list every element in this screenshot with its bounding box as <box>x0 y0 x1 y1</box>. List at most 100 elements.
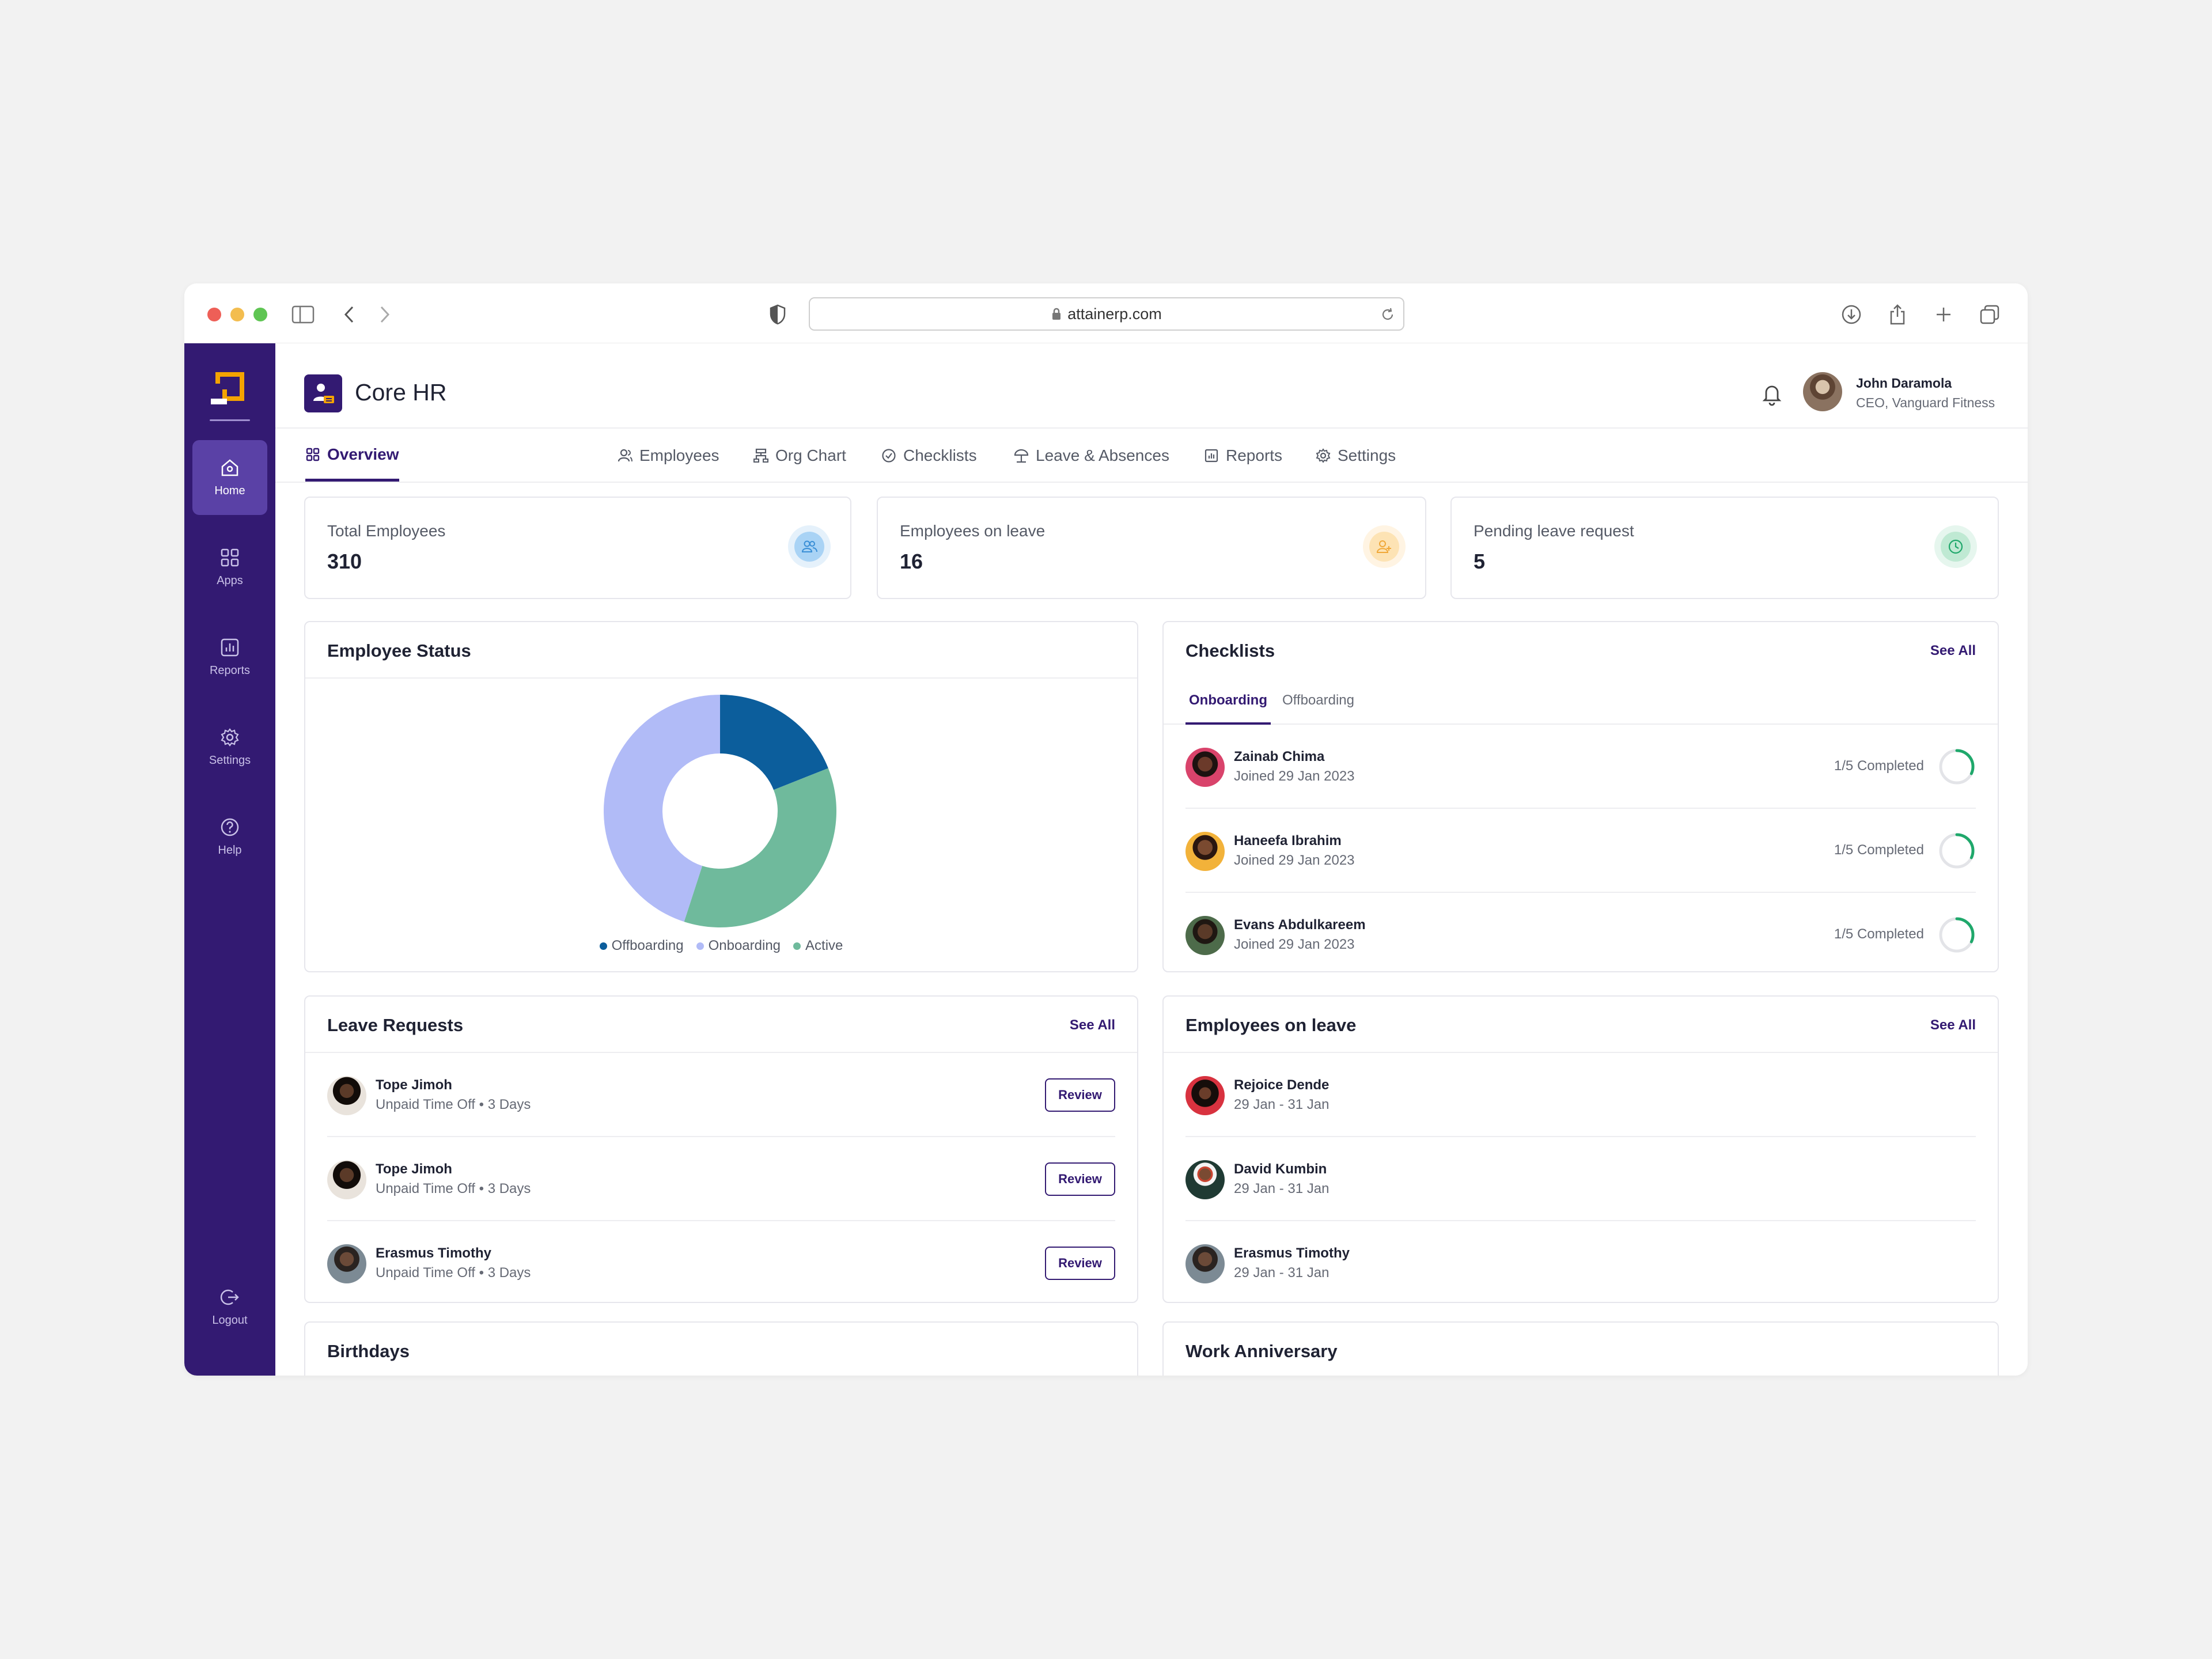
leave-requests-card: Leave Requests See All Tope Jimoh Unpaid… <box>304 995 1138 1303</box>
employee-on-leave-row[interactable]: David Kumbin 29 Jan - 31 Jan <box>1185 1137 1976 1221</box>
stat-value: 5 <box>1474 550 1486 573</box>
checklists-see-all-link[interactable]: See All <box>1930 643 1976 659</box>
new-tab-icon[interactable] <box>1927 298 1960 331</box>
checklist-row[interactable]: Zainab Chima Joined 29 Jan 2023 1/5 Comp… <box>1185 725 1976 809</box>
brand-logo[interactable] <box>210 366 250 407</box>
work-anniversary-card: Work Anniversary <box>1162 1321 1999 1376</box>
chart-legend: Offboarding Onboarding Active <box>305 938 1137 954</box>
tab-reports[interactable]: Reports <box>1204 430 1282 482</box>
card-title: Checklists <box>1185 641 1275 661</box>
grid-icon <box>306 448 320 461</box>
user-name: John Daramola <box>1856 376 1952 391</box>
leave-dates: 29 Jan - 31 Jan <box>1234 1097 1330 1112</box>
main-content: Core HR John Daramola CEO, Vanguard Fitn… <box>275 343 2028 1376</box>
back-icon[interactable] <box>333 298 365 331</box>
checklist-row[interactable]: Haneefa Ibrahim Joined 29 Jan 2023 1/5 C… <box>1185 809 1976 893</box>
legend-item-onboarding: Onboarding <box>696 938 781 954</box>
leave-request-row: Tope Jimoh Unpaid Time Off • 3 Days Revi… <box>327 1053 1115 1137</box>
leave-dates: 29 Jan - 31 Jan <box>1234 1265 1330 1281</box>
downloads-icon[interactable] <box>1835 298 1868 331</box>
user-avatar[interactable] <box>1803 372 1842 411</box>
sidebar-item-label: Home <box>214 484 245 497</box>
employee-on-leave-row[interactable]: Rejoice Dende 29 Jan - 31 Jan <box>1185 1053 1976 1137</box>
tab-employees[interactable]: Employees <box>618 430 719 482</box>
tab-overview-icon[interactable] <box>1974 298 2006 331</box>
stat-value: 310 <box>327 550 362 573</box>
tab-label: Employees <box>639 446 719 464</box>
review-button[interactable]: Review <box>1045 1162 1115 1196</box>
tab-org-chart[interactable]: Org Chart <box>753 430 846 482</box>
sidebar-item-home[interactable]: Home <box>192 440 267 515</box>
employee-avatar <box>327 1076 366 1115</box>
tab-label: Checklists <box>903 446 977 464</box>
apps-icon <box>221 548 239 566</box>
leave-dates: 29 Jan - 31 Jan <box>1234 1181 1330 1196</box>
leave-detail: Unpaid Time Off • 3 Days <box>376 1265 531 1281</box>
sidebar-item-help[interactable]: Help <box>192 800 267 874</box>
sidebar-item-settings[interactable]: Settings <box>192 710 267 785</box>
tab-overview[interactable]: Overview <box>305 430 399 482</box>
reload-icon[interactable] <box>1380 307 1395 322</box>
sidebar-divider <box>210 419 250 421</box>
checklist-row[interactable]: Evans Abdulkareem Joined 29 Jan 2023 1/5… <box>1185 893 1976 971</box>
check-circle-icon <box>882 449 896 463</box>
stat-value: 16 <box>900 550 923 573</box>
card-title: Birthdays <box>327 1341 410 1361</box>
card-title: Employee Status <box>327 641 471 661</box>
tab-settings[interactable]: Settings <box>1316 430 1396 482</box>
core-hr-app-icon <box>304 374 342 412</box>
sidebar-toggle-icon[interactable] <box>287 298 319 331</box>
section-tabs: Overview Employees Org Chart Checklists … <box>275 430 2028 483</box>
clock-icon <box>1934 525 1977 568</box>
donut-slice-active <box>684 768 836 927</box>
share-icon[interactable] <box>1881 298 1914 331</box>
address-bar[interactable]: attainerp.com <box>809 297 1404 331</box>
settings-icon <box>221 728 239 747</box>
page-title: Core HR <box>355 379 447 406</box>
logout-button[interactable]: Logout <box>192 1270 267 1344</box>
sidebar-item-apps[interactable]: Apps <box>192 530 267 605</box>
forward-icon[interactable] <box>369 298 401 331</box>
subtab-offboarding[interactable]: Offboarding <box>1282 692 1354 725</box>
employee-avatar <box>1185 1160 1225 1199</box>
people-icon <box>788 525 831 568</box>
help-icon <box>221 818 239 836</box>
tab-leave-absences[interactable]: Leave & Absences <box>1014 430 1169 482</box>
employees-on-leave-see-all-link[interactable]: See All <box>1930 1017 1976 1033</box>
employee-avatar <box>1185 1244 1225 1283</box>
bell-icon[interactable] <box>1760 381 1783 407</box>
tab-label: Leave & Absences <box>1036 446 1169 464</box>
checklist-subtabs: Onboarding Offboarding <box>1164 679 1998 725</box>
employee-avatar <box>1185 832 1225 871</box>
joined-date: Joined 29 Jan 2023 <box>1234 768 1355 784</box>
tab-checklists[interactable]: Checklists <box>881 430 977 482</box>
privacy-shield-icon[interactable] <box>762 298 794 331</box>
tab-label: Settings <box>1338 446 1396 464</box>
sidebar-item-label: Reports <box>209 664 251 677</box>
app-sidebar: Home Apps Reports Settings Help Logout <box>184 343 275 1376</box>
review-button[interactable]: Review <box>1045 1078 1115 1112</box>
employees-on-leave-card: Employees on leave See All Rejoice Dende… <box>1162 995 1999 1303</box>
completion-status: 1/5 Completed <box>1834 758 1924 774</box>
close-window-button[interactable] <box>207 308 221 321</box>
employee-name: Zainab Chima <box>1234 749 1325 764</box>
review-button[interactable]: Review <box>1045 1247 1115 1280</box>
home-icon <box>221 459 238 476</box>
sidebar-item-reports[interactable]: Reports <box>192 620 267 695</box>
subtab-onboarding[interactable]: Onboarding <box>1185 692 1271 725</box>
leave-request-row: Erasmus Timothy Unpaid Time Off • 3 Days… <box>327 1221 1115 1302</box>
completion-status: 1/5 Completed <box>1834 842 1924 858</box>
leave-requests-see-all-link[interactable]: See All <box>1070 1017 1115 1033</box>
maximize-window-button[interactable] <box>253 308 267 321</box>
completion-status: 1/5 Completed <box>1834 926 1924 942</box>
leave-request-row: Tope Jimoh Unpaid Time Off • 3 Days Revi… <box>327 1137 1115 1221</box>
lock-icon <box>1052 308 1061 320</box>
employee-name: Tope Jimoh <box>376 1077 452 1093</box>
tab-label: Reports <box>1226 446 1283 464</box>
tab-label: Overview <box>327 445 399 463</box>
progress-ring <box>1939 917 1975 953</box>
employee-on-leave-row[interactable]: Erasmus Timothy 29 Jan - 31 Jan <box>1185 1221 1976 1302</box>
legend-item-active: Active <box>793 938 843 954</box>
minimize-window-button[interactable] <box>230 308 244 321</box>
card-header: Employee Status <box>305 622 1137 679</box>
